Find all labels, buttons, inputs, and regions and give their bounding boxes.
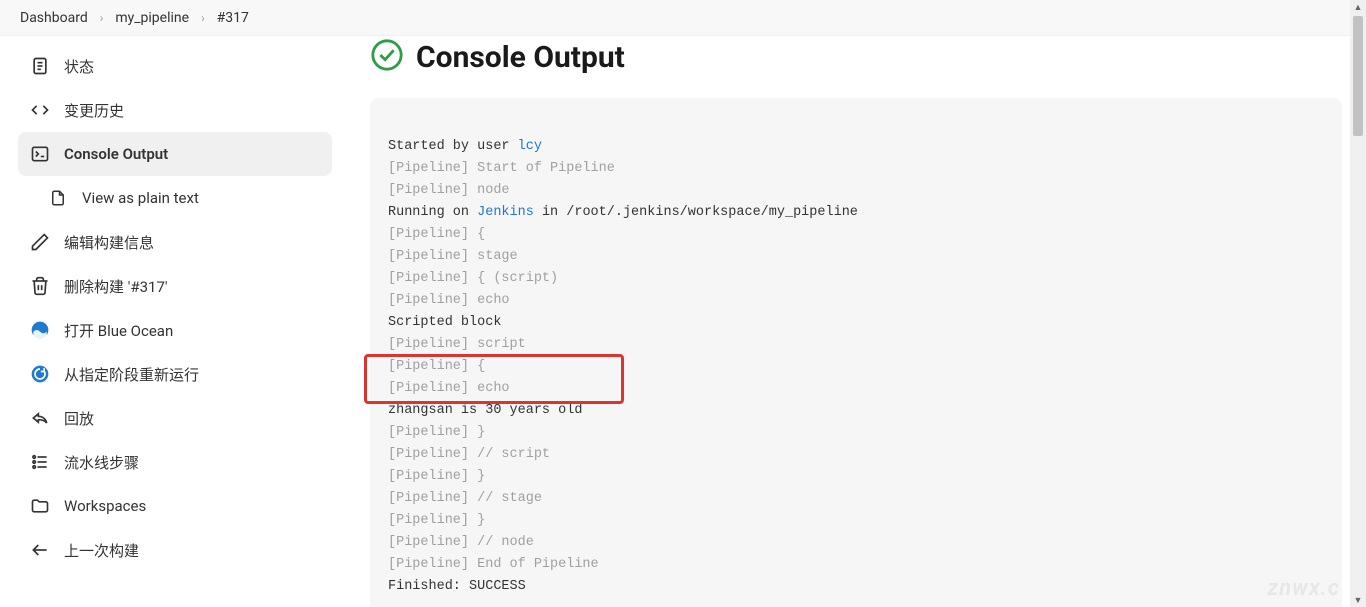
console-line: Finished: SUCCESS	[388, 579, 526, 594]
sidebar-item-label: 从指定阶段重新运行	[64, 364, 199, 385]
console-line: [Pipeline] // node	[388, 535, 534, 550]
console-line: [Pipeline] Start of Pipeline	[388, 161, 615, 176]
sidebar-item-label: 变更历史	[64, 100, 124, 121]
page-title: Console Output	[416, 40, 625, 75]
sidebar-item-previous-build[interactable]: 上一次构建	[18, 528, 332, 572]
pencil-icon	[30, 232, 50, 252]
sidebar-item-label: 状态	[64, 56, 94, 77]
sidebar-item-label: View as plain text	[82, 189, 199, 207]
console-line: [Pipeline] }	[388, 469, 485, 484]
sidebar-item-label: 打开 Blue Ocean	[64, 320, 173, 341]
sidebar-item-view-plain-text[interactable]: View as plain text	[18, 176, 332, 220]
sidebar: 状态 变更历史 Console Output View as plain tex…	[0, 36, 346, 607]
node-link[interactable]: Jenkins	[477, 205, 534, 220]
console-line: zhangsan is 30 years old	[388, 403, 582, 418]
sidebar-item-label: Workspaces	[64, 497, 146, 515]
console-line: Scripted block	[388, 315, 501, 330]
sidebar-item-blue-ocean[interactable]: 打开 Blue Ocean	[18, 308, 332, 352]
console-line: [Pipeline] }	[388, 425, 485, 440]
sidebar-item-console-output[interactable]: Console Output	[18, 132, 332, 176]
sidebar-item-label: 回放	[64, 408, 94, 429]
terminal-icon	[30, 144, 50, 164]
sidebar-item-pipeline-steps[interactable]: 流水线步骤	[18, 440, 332, 484]
sidebar-item-workspaces[interactable]: Workspaces	[18, 484, 332, 528]
success-check-icon	[370, 38, 404, 76]
chevron-right-icon: ›	[100, 11, 104, 25]
scrollbar-thumb[interactable]	[1353, 16, 1363, 136]
console-line: [Pipeline] { (script)	[388, 271, 558, 286]
sidebar-item-delete-build[interactable]: 删除构建 '#317'	[18, 264, 332, 308]
arrow-left-icon	[30, 540, 50, 560]
console-output: Started by user lcy [Pipeline] Start of …	[370, 98, 1342, 607]
console-line: [Pipeline] echo	[388, 381, 510, 396]
vertical-scrollbar[interactable]: ▲ ▼	[1350, 0, 1366, 607]
breadcrumb: Dashboard › my_pipeline › #317	[0, 0, 1366, 36]
console-line: [Pipeline] stage	[388, 249, 518, 264]
console-line: [Pipeline] // script	[388, 447, 550, 462]
sidebar-item-label: 流水线步骤	[64, 452, 139, 473]
main-content: Console Output Started by user lcy [Pipe…	[346, 36, 1366, 607]
console-line: [Pipeline] {	[388, 227, 485, 242]
document-icon	[30, 56, 50, 76]
page-title-row: Console Output	[370, 38, 1342, 76]
chevron-right-icon: ›	[201, 11, 205, 25]
breadcrumb-build[interactable]: #317	[217, 10, 249, 26]
sidebar-item-restart-stage[interactable]: 从指定阶段重新运行	[18, 352, 332, 396]
console-line: [Pipeline] }	[388, 513, 485, 528]
breadcrumb-pipeline[interactable]: my_pipeline	[115, 10, 189, 26]
user-link[interactable]: lcy	[518, 139, 542, 154]
code-icon	[30, 100, 50, 120]
console-line: [Pipeline] {	[388, 359, 485, 374]
console-line: [Pipeline] End of Pipeline	[388, 557, 599, 572]
sidebar-item-label: 编辑构建信息	[64, 232, 154, 253]
blue-ocean-icon	[30, 320, 50, 340]
console-line: [Pipeline] echo	[388, 293, 510, 308]
folder-icon	[30, 496, 50, 516]
steps-icon	[30, 452, 50, 472]
console-line: Running on Jenkins in /root/.jenkins/wor…	[388, 205, 858, 220]
scroll-down-icon[interactable]: ▼	[1353, 595, 1363, 605]
trash-icon	[30, 276, 50, 296]
console-line: [Pipeline] script	[388, 337, 526, 352]
restart-icon	[30, 364, 50, 384]
sidebar-item-status[interactable]: 状态	[18, 44, 332, 88]
sidebar-item-replay[interactable]: 回放	[18, 396, 332, 440]
sidebar-item-changes[interactable]: 变更历史	[18, 88, 332, 132]
scroll-up-icon[interactable]: ▲	[1353, 2, 1363, 12]
console-line: [Pipeline] // stage	[388, 491, 542, 506]
console-line: [Pipeline] node	[388, 183, 510, 198]
sidebar-item-label: 上一次构建	[64, 540, 139, 561]
sidebar-item-label: Console Output	[64, 145, 168, 163]
sidebar-item-edit-build[interactable]: 编辑构建信息	[18, 220, 332, 264]
sidebar-item-label: 删除构建 '#317'	[64, 276, 168, 297]
breadcrumb-dashboard[interactable]: Dashboard	[20, 10, 88, 26]
console-line: Started by user lcy	[388, 139, 542, 154]
replay-icon	[30, 408, 50, 428]
file-icon	[48, 188, 68, 208]
